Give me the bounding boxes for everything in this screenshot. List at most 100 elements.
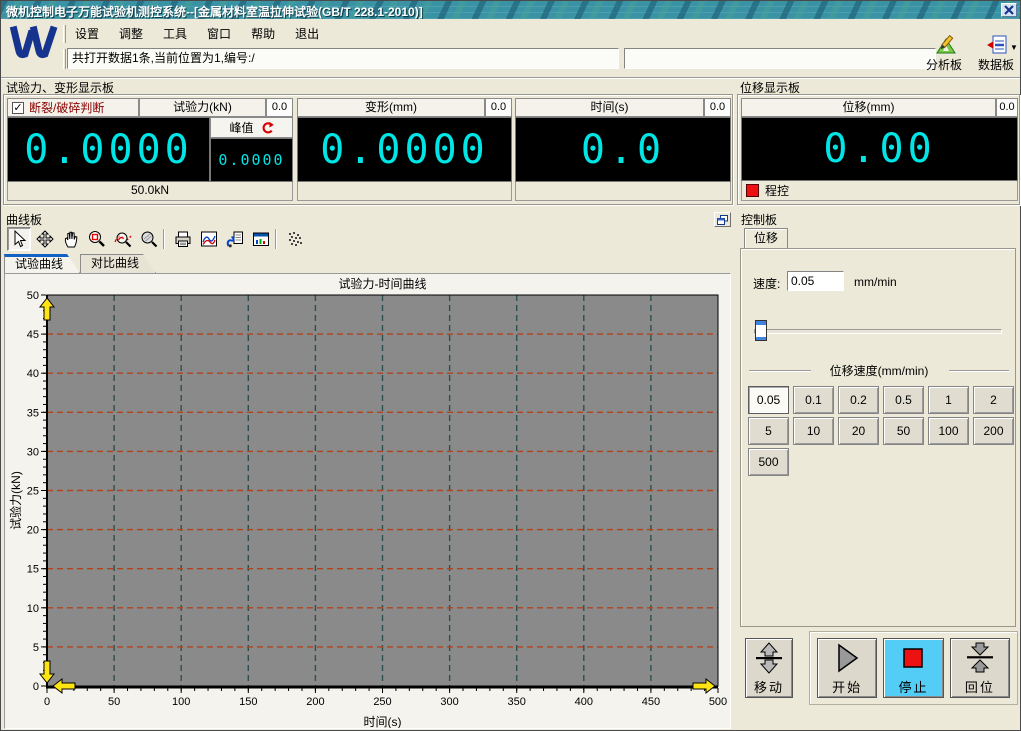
data-report-button[interactable] xyxy=(249,227,273,251)
speed-unit-label: mm/min xyxy=(854,275,897,289)
menu-item-2[interactable]: 调整 xyxy=(117,24,145,43)
speed-option-0.1[interactable]: 0.1 xyxy=(793,386,834,414)
speed-option-500[interactable]: 500 xyxy=(748,448,789,476)
data-board-icon[interactable] xyxy=(986,34,1008,56)
move-updown-icon xyxy=(752,641,786,675)
menu-item-1[interactable]: 设置 xyxy=(73,24,101,43)
time-value: 0.0 xyxy=(581,127,665,173)
break-detect-label: 断裂/破碎判断 xyxy=(29,99,104,116)
float-panel-button[interactable] xyxy=(714,212,731,227)
hand-pan-button[interactable] xyxy=(59,227,83,251)
select-cursor-button[interactable] xyxy=(7,227,31,251)
speed-option-0.2[interactable]: 0.2 xyxy=(838,386,879,414)
svg-text:25: 25 xyxy=(27,486,39,498)
speed-option-50[interactable]: 50 xyxy=(883,417,924,445)
zoom-rect-button[interactable] xyxy=(85,227,109,251)
stop-icon xyxy=(896,641,930,675)
toolbar-dropdown-icon[interactable]: ▼ xyxy=(1010,43,1018,52)
close-button[interactable] xyxy=(1001,3,1017,17)
zoom-reset-button[interactable] xyxy=(137,227,161,251)
time-header-button[interactable]: 时间(s) xyxy=(515,98,704,117)
svg-text:400: 400 xyxy=(575,696,593,708)
action-label: 回位 xyxy=(965,677,995,696)
zoom-rect-icon xyxy=(87,229,107,249)
curve-board: 曲线板 试验曲线对比曲线 050100150200250300350400450… xyxy=(3,210,734,730)
window-title: 微机控制电子万能试验机测控系统--[金属材料室温拉伸试验(GB/T 228.1-… xyxy=(6,3,423,20)
panel-title: 曲线板 xyxy=(6,211,42,228)
action-button-stop[interactable]: 停止 xyxy=(883,638,943,698)
svg-text:0: 0 xyxy=(44,696,50,708)
return-icon xyxy=(963,641,997,675)
speed-slider-thumb[interactable] xyxy=(755,320,767,341)
svg-text:50: 50 xyxy=(108,696,120,708)
speed-option-100[interactable]: 100 xyxy=(928,417,969,445)
speed-slider-track[interactable] xyxy=(754,329,1002,334)
svg-text:5: 5 xyxy=(33,642,39,654)
checkbox-check-icon[interactable]: ✓ xyxy=(12,102,24,114)
curve-tab-2[interactable]: 对比曲线 xyxy=(80,254,156,273)
data-report-icon xyxy=(251,229,271,249)
speed-input[interactable] xyxy=(787,271,844,291)
action-button-return[interactable]: 回位 xyxy=(950,638,1010,698)
export-curve-button[interactable] xyxy=(223,227,247,251)
analysis-board-icon[interactable] xyxy=(934,34,960,56)
dither-grid-button[interactable] xyxy=(283,227,307,251)
peak-label: 峰值 xyxy=(229,119,253,136)
menu-item-4[interactable]: 窗口 xyxy=(205,24,233,43)
force-value: 0.0000 xyxy=(24,127,193,173)
print-button[interactable] xyxy=(171,227,195,251)
group-line-left xyxy=(749,370,811,372)
chart-canvas[interactable]: 0501001502002503003504004505000510152025… xyxy=(5,274,730,728)
curve-tab-1[interactable]: 试验曲线 xyxy=(4,254,80,273)
menu-item-5[interactable]: 帮助 xyxy=(249,24,277,43)
displacement-header-button[interactable]: 位移(mm) xyxy=(741,98,996,117)
status-gripper xyxy=(63,49,66,69)
speed-option-1[interactable]: 1 xyxy=(928,386,969,414)
speed-option-0.5[interactable]: 0.5 xyxy=(883,386,924,414)
svg-text:45: 45 xyxy=(27,329,39,341)
tab-displacement[interactable]: 位移 xyxy=(744,228,788,249)
displacement-board: 位移显示板 位移(mm) 0.0 0.00 程控 xyxy=(737,79,1020,207)
speed-option-5[interactable]: 5 xyxy=(748,417,789,445)
force-header-button[interactable]: 试验力(kN) xyxy=(139,98,266,117)
displacement-value: 0.00 xyxy=(823,126,935,172)
control-body: 速度: mm/min 位移速度(mm/min) 0.050.10.20.5125… xyxy=(740,248,1016,627)
force-rate-value: 0.0 xyxy=(266,98,293,117)
speed-option-10[interactable]: 10 xyxy=(793,417,834,445)
data-board-button[interactable]: 数据板 xyxy=(978,56,1014,73)
action-label: 移动 xyxy=(754,677,784,696)
force-range-label: 50.0kN xyxy=(7,182,293,201)
peak-header[interactable]: 峰值 xyxy=(210,117,293,138)
peak-reset-icon[interactable] xyxy=(260,121,274,135)
svg-text:试验力-时间曲线: 试验力-时间曲线 xyxy=(339,276,427,291)
status-extra-field xyxy=(624,48,936,69)
svg-text:时间(s): 时间(s) xyxy=(364,715,402,728)
curve-style-button[interactable] xyxy=(197,227,221,251)
toolbar-separator xyxy=(275,229,277,249)
zoom-curve-button[interactable] xyxy=(111,227,135,251)
speed-label: 速度: xyxy=(753,275,780,292)
svg-text:50: 50 xyxy=(27,290,39,302)
svg-text:250: 250 xyxy=(373,696,391,708)
speed-option-20[interactable]: 20 xyxy=(838,417,879,445)
svg-text:500: 500 xyxy=(709,696,727,708)
action-button-play[interactable]: 开始 xyxy=(817,638,877,698)
deform-value: 0.0000 xyxy=(320,127,489,173)
move-view-button[interactable] xyxy=(33,227,57,251)
speed-option-2[interactable]: 2 xyxy=(973,386,1014,414)
peak-value: 0.0000 xyxy=(218,151,284,169)
displacement-rate-value: 0.0 xyxy=(996,98,1018,117)
action-button-move-updown[interactable]: 移动 xyxy=(745,638,793,698)
speed-option-200[interactable]: 200 xyxy=(973,417,1014,445)
move-view-icon xyxy=(35,229,55,249)
panel-body: ✓ 断裂/破碎判断 试验力(kN) 0.0 0.0000 峰值 0.0000 5… xyxy=(3,94,733,205)
analysis-board-button[interactable]: 分析板 xyxy=(926,56,962,73)
program-control-indicator: 程控 xyxy=(741,181,1018,201)
deform-header-button[interactable]: 变形(mm) xyxy=(297,98,485,117)
speed-option-0.05[interactable]: 0.05 xyxy=(748,386,789,414)
break-detect-checkbox[interactable]: ✓ 断裂/破碎判断 xyxy=(7,98,139,117)
menu-item-6[interactable]: 退出 xyxy=(293,24,321,43)
svg-text:35: 35 xyxy=(27,407,39,419)
menu-item-3[interactable]: 工具 xyxy=(161,24,189,43)
deform-rate-value: 0.0 xyxy=(485,98,512,117)
